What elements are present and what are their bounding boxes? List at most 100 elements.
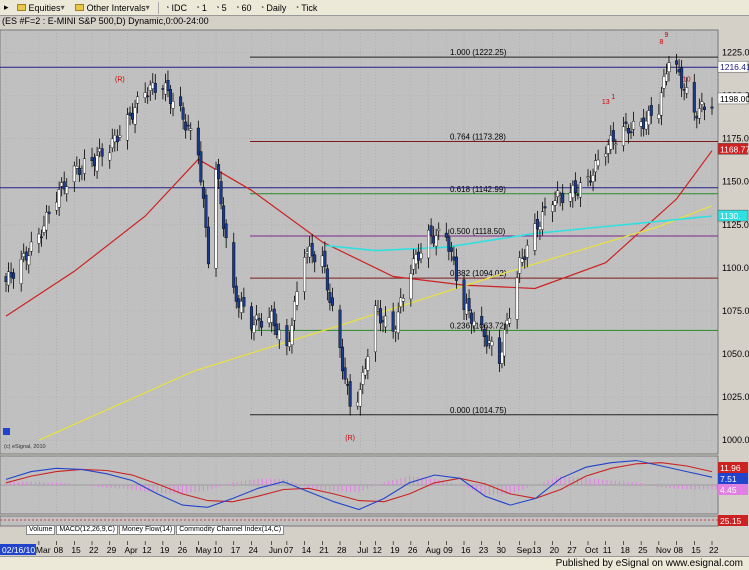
candle-body [184, 121, 188, 131]
candle-body [133, 107, 137, 125]
x-tick-label: 08 [674, 545, 684, 555]
symbol-title: (ES #F=2 : E-MINI S&P 500,D) Dynamic,0:0… [2, 16, 209, 26]
fib-level-label: 0.764 (1173.28) [450, 133, 506, 142]
x-tick-label: 14 [302, 545, 312, 555]
x-tick-label: 21 [319, 545, 329, 555]
candle-body [4, 276, 8, 282]
candle-body [179, 96, 183, 107]
candle-body [196, 127, 200, 156]
x-tick-label: 08 [54, 545, 64, 555]
candle-body [328, 292, 332, 303]
toolbar-item-label: IDC [171, 2, 187, 13]
candle-body [308, 246, 312, 258]
toolbar-item-idc[interactable]: ◔ IDC [161, 0, 191, 16]
candle-body [700, 101, 704, 105]
candle-body [181, 107, 185, 120]
candle-body [82, 158, 86, 174]
toolbar-item-1[interactable]: ◔ 1 [191, 0, 211, 16]
x-tick-label: 30 [496, 545, 506, 555]
candle-body [285, 325, 289, 346]
candle-body [303, 257, 307, 292]
x-tick-label: 13 [532, 545, 542, 555]
candle-body [419, 252, 423, 259]
candle-body [343, 367, 347, 380]
candle-body [657, 114, 661, 119]
toolbar-item-daily[interactable]: ◔ Daily [256, 0, 291, 16]
candle-body [685, 87, 689, 94]
candle-body [535, 219, 539, 230]
candle-body [621, 126, 625, 146]
candle-body [75, 166, 79, 169]
candle-body [695, 115, 699, 119]
toolbar-item-label: 60 [241, 2, 252, 13]
x-tick-label: Nov [656, 545, 672, 555]
toolbar-item-tick[interactable]: ◔ Tick [290, 0, 321, 16]
x-tick-label: 23 [479, 545, 489, 555]
chevron-down-icon: ▾ [145, 3, 150, 12]
candle-body [131, 113, 135, 120]
candle-body [24, 251, 28, 261]
candle-body [153, 83, 157, 93]
x-tick-label: 25 [638, 545, 648, 555]
candle-body [287, 341, 291, 348]
candle-body [146, 95, 150, 97]
candle-body [500, 351, 504, 364]
y-tick-label: 1225.00 [722, 47, 749, 57]
candle-body [659, 92, 663, 116]
toolbar-item-label: 5 [221, 2, 227, 13]
x-tick-label: Apr [124, 545, 137, 555]
toolbar-item-label: Daily [266, 2, 287, 13]
toolbar-item-5[interactable]: ◔ 5 [211, 0, 231, 16]
candle-body [90, 157, 94, 161]
candle-body [356, 401, 360, 407]
candle-body [201, 187, 205, 199]
chart[interactable]: 1000.00 1025.00 1050.00 1075.00 1100.00 11 25.… [0, 16, 749, 556]
candle-body [586, 176, 590, 178]
y-tick-label: 1150.00 [722, 177, 749, 187]
fib-level-label: 0.382 (1094.02) [450, 269, 507, 278]
toolbar-menu-icon[interactable]: ▸ [0, 0, 13, 16]
candle-body [702, 106, 706, 111]
candle-body [363, 368, 367, 376]
candle-body [42, 225, 46, 233]
candle-body [578, 182, 582, 198]
x-tick-label: 18 [620, 545, 630, 555]
candle-body [249, 306, 253, 330]
candle-body [366, 356, 370, 371]
candle-body [100, 148, 104, 157]
study-tab[interactable]: Money Flow(14) [119, 525, 176, 535]
candle-body [186, 124, 190, 127]
candle-body [485, 335, 489, 347]
candle-body [338, 309, 342, 348]
candle-body [697, 108, 701, 119]
study-tab[interactable]: Commodity Channel Index(14,C) [176, 525, 285, 535]
x-tick-label: May [195, 545, 212, 555]
toolbar-item-other-intervals[interactable]: Other Intervals ▾ [71, 0, 156, 16]
study-tab[interactable]: MACD(12,26,9,C) [56, 525, 118, 535]
candle-body [290, 325, 294, 345]
study-tab[interactable]: Volume [26, 525, 56, 535]
x-tick-label: 22 [89, 545, 99, 555]
x-tick-label: Oct [585, 545, 599, 555]
x-tick-label: 26 [408, 545, 418, 555]
candle-body [682, 89, 686, 91]
toolbar-item-equities[interactable]: Equities ▾ [13, 0, 71, 16]
candle-body [518, 257, 522, 274]
y-tick-label: 1075.00 [722, 306, 749, 316]
toolbar-item-60[interactable]: ◔ 60 [231, 0, 256, 16]
candle-body [508, 318, 512, 324]
candle-body [234, 285, 238, 302]
candle-body [242, 297, 246, 307]
fib-level-label: 0.000 (1014.75) [450, 406, 507, 415]
candle-body [113, 135, 117, 143]
candle-body [662, 76, 666, 89]
candle-body [239, 301, 243, 313]
candle-body [295, 291, 299, 306]
x-tick-label: 16 [461, 545, 471, 555]
candle-body [710, 106, 714, 109]
candle-body [675, 60, 679, 65]
x-tick-label: 19 [160, 545, 170, 555]
x-tick-label: 29 [107, 545, 117, 555]
candle-body [396, 311, 400, 334]
candle-body [523, 256, 527, 260]
